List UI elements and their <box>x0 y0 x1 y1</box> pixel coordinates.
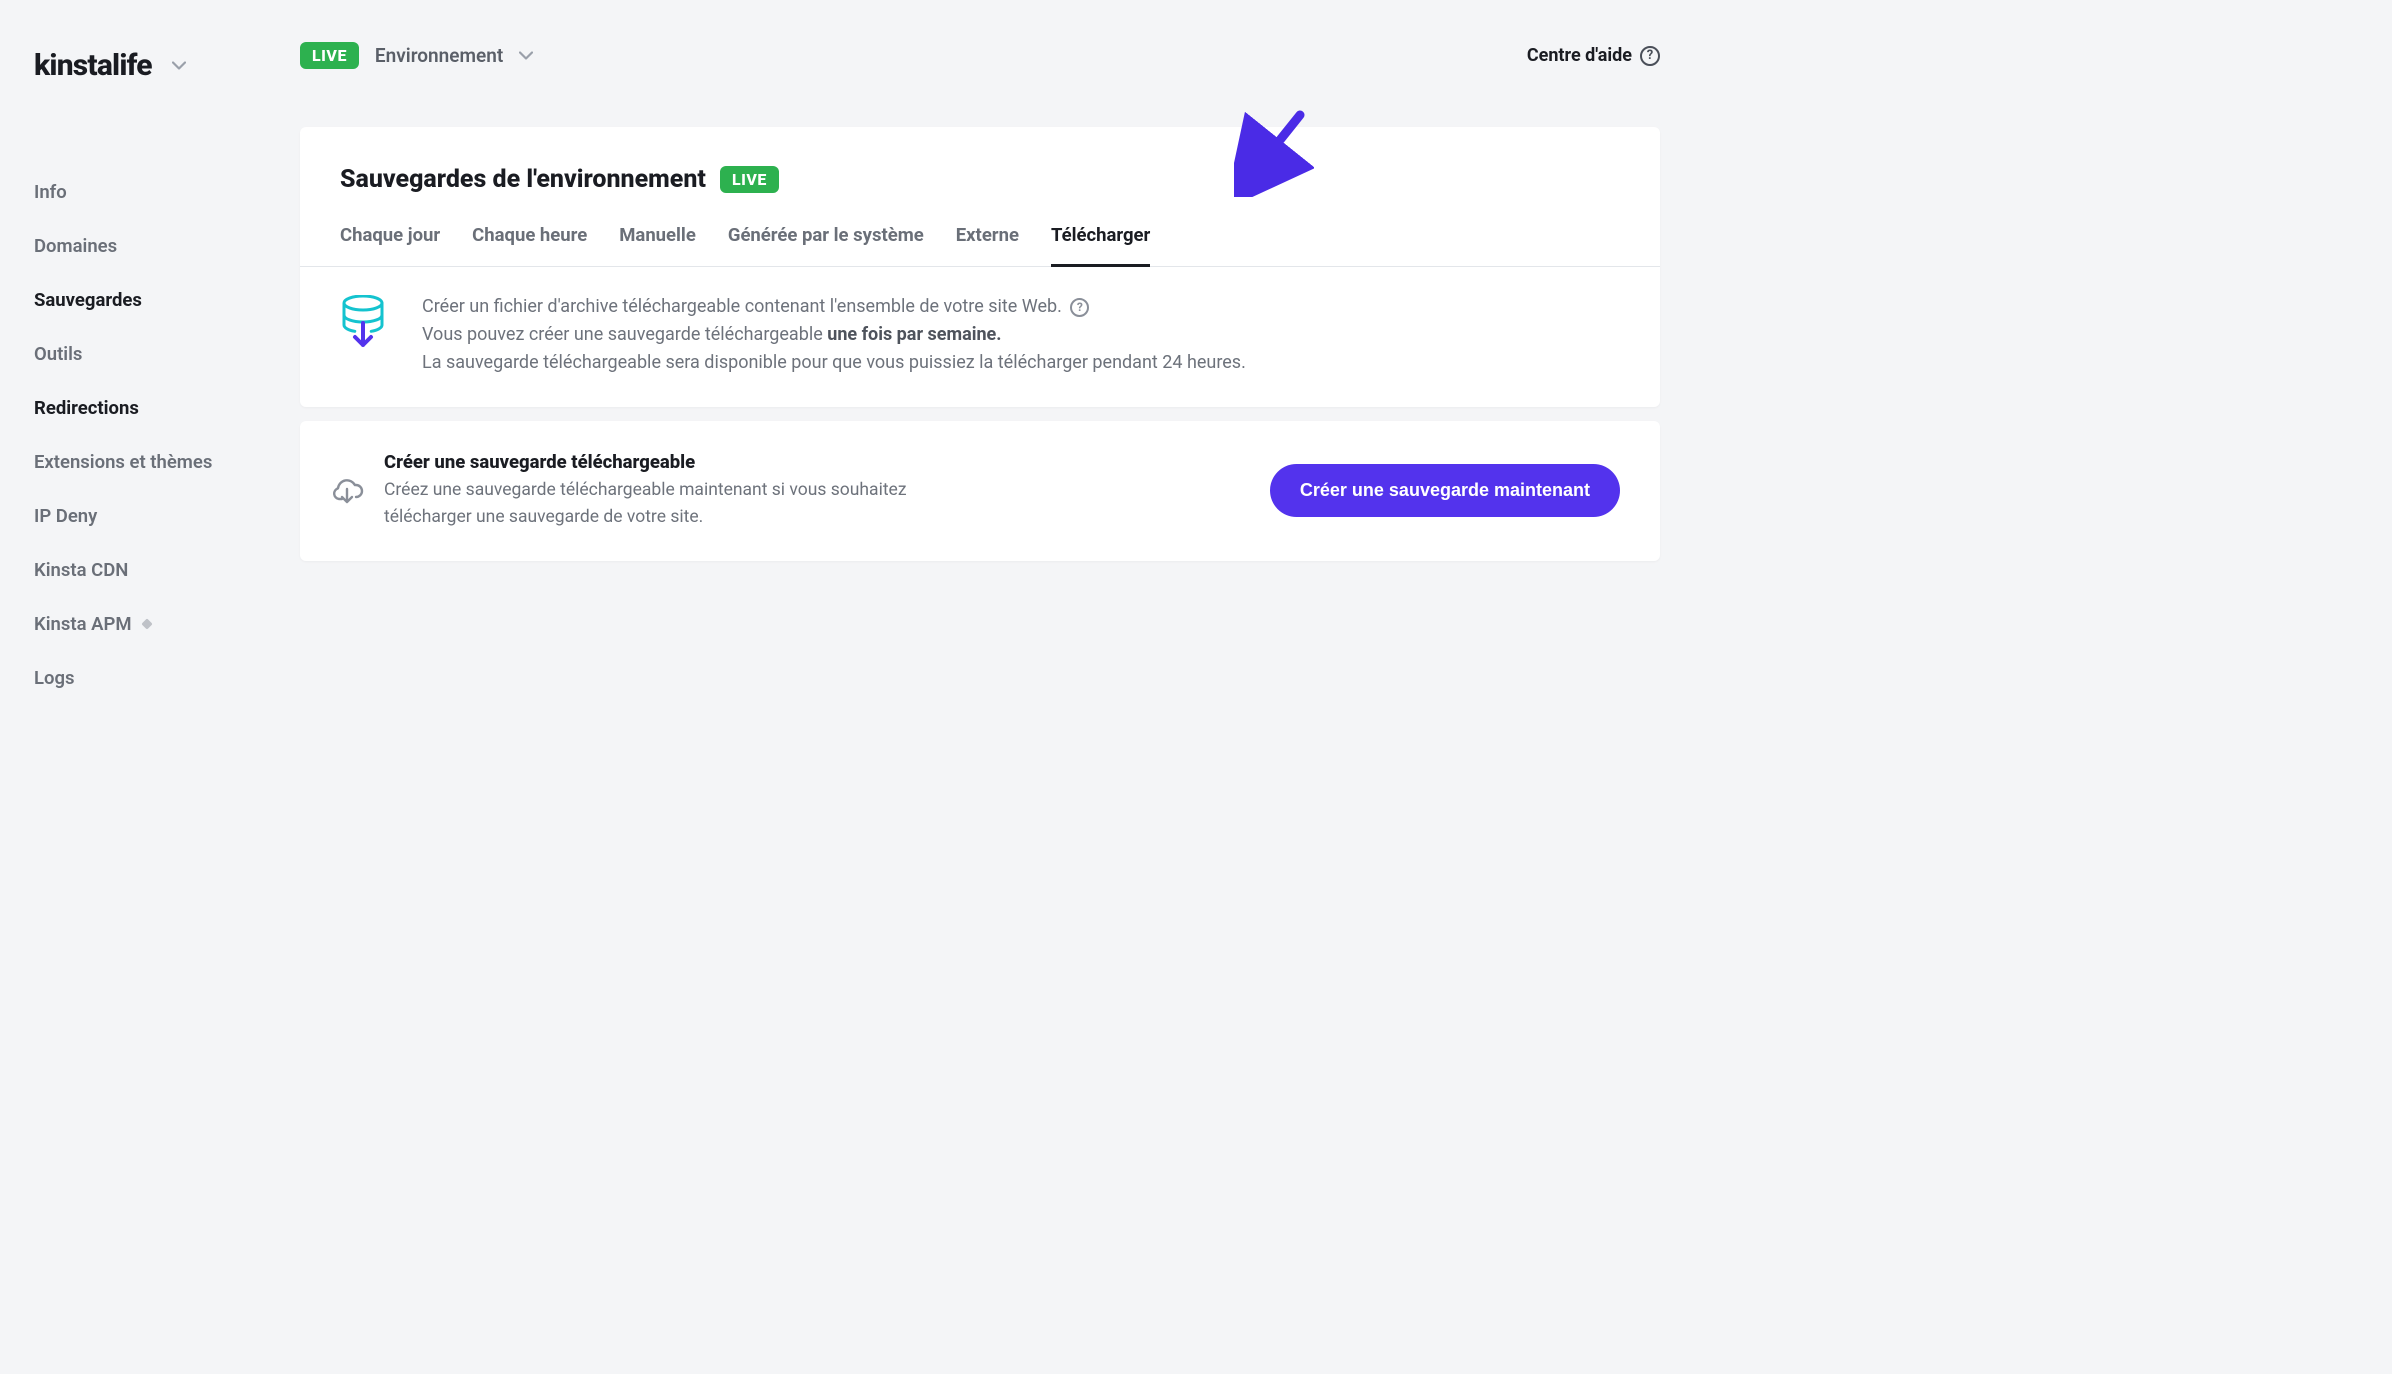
chevron-down-icon <box>519 51 533 61</box>
sidebar-item-label: IP Deny <box>34 505 97 527</box>
info-text: Créer un fichier d'archive téléchargeabl… <box>422 293 1246 377</box>
sidebar-item-label: Extensions et thèmes <box>34 451 212 473</box>
main-content: LIVE Environnement Centre d'aide ? Sauve… <box>236 0 1696 1374</box>
sidebar-item-label: Redirections <box>34 397 139 419</box>
tabs: Chaque jour Chaque heure Manuelle Généré… <box>300 224 1660 267</box>
marker-icon <box>141 618 152 629</box>
tab-hourly[interactable]: Chaque heure <box>472 224 587 267</box>
tab-label: Télécharger <box>1051 224 1150 246</box>
tab-label: Manuelle <box>619 224 696 246</box>
backups-card: Sauvegardes de l'environnement LIVE <box>300 127 1660 407</box>
tab-download[interactable]: Télécharger <box>1051 224 1150 267</box>
help-icon[interactable]: ? <box>1070 298 1089 317</box>
sidebar-nav: Info Domaines Sauvegardes Outils Redirec… <box>34 165 236 705</box>
info-line-3: La sauvegarde téléchargeable sera dispon… <box>422 349 1246 377</box>
database-download-icon <box>340 293 386 377</box>
environment-switcher[interactable]: LIVE Environnement <box>300 42 533 69</box>
sidebar-item-sauvegardes[interactable]: Sauvegardes <box>34 273 236 327</box>
create-backup-card: Créer une sauvegarde téléchargeable Crée… <box>300 421 1660 561</box>
tab-daily[interactable]: Chaque jour <box>340 224 440 267</box>
sidebar-item-apm[interactable]: Kinsta APM <box>34 597 236 651</box>
page-title-text: Sauvegardes de l'environnement <box>340 165 706 194</box>
live-badge: LIVE <box>720 166 779 193</box>
sidebar-item-label: Outils <box>34 343 82 365</box>
tab-system[interactable]: Générée par le système <box>728 224 924 267</box>
sidebar-item-logs[interactable]: Logs <box>34 651 236 705</box>
sidebar-item-outils[interactable]: Outils <box>34 327 236 381</box>
site-switcher[interactable]: kinstalife <box>34 48 236 83</box>
live-badge: LIVE <box>300 42 359 69</box>
sidebar-item-label: Logs <box>34 667 75 689</box>
chevron-down-icon <box>172 61 186 71</box>
sidebar-item-cdn[interactable]: Kinsta CDN <box>34 543 236 597</box>
info-line-2-strong: une fois par semaine. <box>827 324 1001 345</box>
sidebar-item-label: Info <box>34 181 67 203</box>
sidebar: kinstalife Info Domaines Sauvegardes Out… <box>0 0 236 1374</box>
cloud-download-icon <box>330 477 364 505</box>
tab-label: Externe <box>956 224 1019 246</box>
info-line-2-pre: Vous pouvez créer une sauvegarde télécha… <box>422 324 827 345</box>
tab-external[interactable]: Externe <box>956 224 1019 267</box>
sidebar-item-info[interactable]: Info <box>34 165 236 219</box>
create-backup-now-button[interactable]: Créer une sauvegarde maintenant <box>1270 464 1620 517</box>
help-label: Centre d'aide <box>1527 45 1632 66</box>
help-link[interactable]: Centre d'aide ? <box>1527 45 1660 66</box>
action-description: Créez une sauvegarde téléchargeable main… <box>384 477 944 531</box>
sidebar-item-ipdeny[interactable]: IP Deny <box>34 489 236 543</box>
sidebar-item-label: Domaines <box>34 235 117 257</box>
tab-label: Chaque heure <box>472 224 587 246</box>
sidebar-item-domaines[interactable]: Domaines <box>34 219 236 273</box>
info-block: Créer un fichier d'archive téléchargeabl… <box>300 267 1660 407</box>
tab-manual[interactable]: Manuelle <box>619 224 696 267</box>
sidebar-item-redirections[interactable]: Redirections <box>34 381 236 435</box>
sidebar-item-label: Kinsta APM <box>34 613 132 635</box>
help-icon: ? <box>1640 46 1660 66</box>
sidebar-item-label: Sauvegardes <box>34 289 142 311</box>
tab-label: Chaque jour <box>340 224 440 246</box>
environment-label: Environnement <box>375 44 503 67</box>
action-title: Créer une sauvegarde téléchargeable <box>384 451 944 473</box>
topbar: LIVE Environnement Centre d'aide ? <box>300 42 1660 69</box>
sidebar-item-label: Kinsta CDN <box>34 559 128 581</box>
info-line-1: Créer un fichier d'archive téléchargeabl… <box>422 296 1062 317</box>
site-name: kinstalife <box>34 48 152 83</box>
page-title: Sauvegardes de l'environnement LIVE <box>340 165 1620 194</box>
tab-label: Générée par le système <box>728 224 924 246</box>
sidebar-item-extensions[interactable]: Extensions et thèmes <box>34 435 236 489</box>
